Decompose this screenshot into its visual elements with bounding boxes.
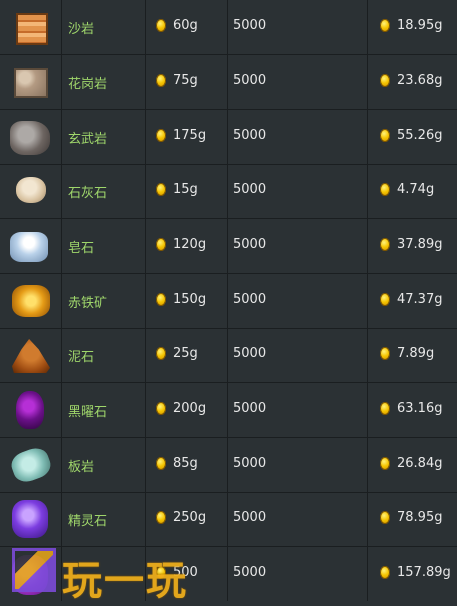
- item-price: 60g: [173, 18, 198, 33]
- item-quantity: 5000: [233, 565, 267, 580]
- item-name: 精灵石: [68, 514, 108, 529]
- coin-icon: [156, 74, 166, 87]
- coin-icon: [380, 19, 390, 32]
- coin-icon: [156, 457, 166, 470]
- item-unit-value: 47.37g: [397, 292, 443, 307]
- table-row: 沙岩 60g 5000 18.95g: [0, 0, 457, 55]
- coin-icon: [380, 402, 390, 415]
- item-price: 250g: [173, 510, 207, 525]
- item-unit-value: 37.89g: [397, 237, 443, 252]
- item-unit-value: 63.16g: [397, 401, 443, 416]
- site-watermark: 玩一玩: [12, 546, 232, 604]
- item-name: 石灰石: [68, 186, 108, 201]
- table-row: 赤铁矿 150g 5000 47.37g: [0, 274, 457, 329]
- item-name: 玄武岩: [68, 132, 108, 147]
- coin-icon: [380, 457, 390, 470]
- table-row: 黑曜石 200g 5000 63.16g: [0, 383, 457, 438]
- item-unit-value: 23.68g: [397, 73, 443, 88]
- item-price: 25g: [173, 346, 198, 361]
- item-unit-value: 26.84g: [397, 456, 443, 471]
- coin-icon: [156, 293, 166, 306]
- coin-icon: [380, 293, 390, 306]
- coin-icon: [156, 19, 166, 32]
- item-price: 200g: [173, 401, 207, 416]
- coin-icon: [156, 238, 166, 251]
- coin-icon: [156, 402, 166, 415]
- item-quantity: 5000: [233, 456, 267, 471]
- item-quantity: 5000: [233, 237, 267, 252]
- coin-icon: [380, 183, 390, 196]
- granite-icon: [14, 68, 48, 98]
- soapstone-icon: [10, 232, 48, 262]
- coin-icon: [380, 238, 390, 251]
- item-quantity: 5000: [233, 346, 267, 361]
- table-row: 玄武岩 175g 5000 55.26g: [0, 110, 457, 165]
- coin-icon: [380, 129, 390, 142]
- item-quantity: 5000: [233, 128, 267, 143]
- watermark-logo-icon: [12, 548, 56, 592]
- item-price: 120g: [173, 237, 207, 252]
- table-row: 皂石 120g 5000 37.89g: [0, 219, 457, 274]
- limestone-icon: [16, 177, 46, 203]
- item-name: 板岩: [68, 460, 95, 475]
- slate-icon: [8, 444, 54, 486]
- item-quantity: 5000: [233, 292, 267, 307]
- item-name: 皂石: [68, 241, 95, 256]
- item-name: 赤铁矿: [68, 296, 108, 311]
- item-name: 黑曜石: [68, 405, 108, 420]
- item-price: 150g: [173, 292, 207, 307]
- item-unit-value: 4.74g: [397, 182, 435, 197]
- item-name: 花岗岩: [68, 77, 108, 92]
- fairy-stone-icon: [12, 500, 48, 538]
- coin-icon: [156, 511, 166, 524]
- coin-icon: [380, 74, 390, 87]
- item-unit-value: 55.26g: [397, 128, 443, 143]
- coin-icon: [380, 511, 390, 524]
- basalt-icon: [10, 121, 50, 155]
- item-quantity: 5000: [233, 73, 267, 88]
- item-price: 85g: [173, 456, 198, 471]
- table-row: 石灰石 15g 5000 4.74g: [0, 164, 457, 219]
- coin-icon: [156, 347, 166, 360]
- mineral-price-table: 沙岩 60g 5000 18.95g 花岗岩 75g 5000 23.68g 玄…: [0, 0, 457, 602]
- item-quantity: 5000: [233, 510, 267, 525]
- hematite-icon: [12, 285, 50, 317]
- table-row: 泥石 25g 5000 7.89g: [0, 328, 457, 383]
- item-quantity: 5000: [233, 182, 267, 197]
- item-price: 15g: [173, 182, 198, 197]
- item-price: 175g: [173, 128, 207, 143]
- item-price: 75g: [173, 73, 198, 88]
- table-row: 精灵石 250g 5000 78.95g: [0, 492, 457, 547]
- coin-icon: [156, 129, 166, 142]
- item-unit-value: 78.95g: [397, 510, 443, 525]
- coin-icon: [380, 347, 390, 360]
- table-row: 花岗岩 75g 5000 23.68g: [0, 55, 457, 110]
- table-row: 板岩 85g 5000 26.84g: [0, 438, 457, 493]
- item-quantity: 5000: [233, 18, 267, 33]
- item-unit-value: 157.89g: [397, 565, 451, 580]
- coin-icon: [156, 183, 166, 196]
- item-unit-value: 18.95g: [397, 18, 443, 33]
- watermark-text: 玩一玩: [62, 558, 188, 604]
- mudstone-icon: [12, 339, 50, 373]
- item-name: 沙岩: [68, 22, 95, 37]
- coin-icon: [380, 566, 390, 579]
- item-quantity: 5000: [233, 401, 267, 416]
- sandstone-icon: [16, 13, 48, 45]
- item-name: 泥石: [68, 350, 95, 365]
- item-unit-value: 7.89g: [397, 346, 435, 361]
- obsidian-icon: [16, 391, 44, 429]
